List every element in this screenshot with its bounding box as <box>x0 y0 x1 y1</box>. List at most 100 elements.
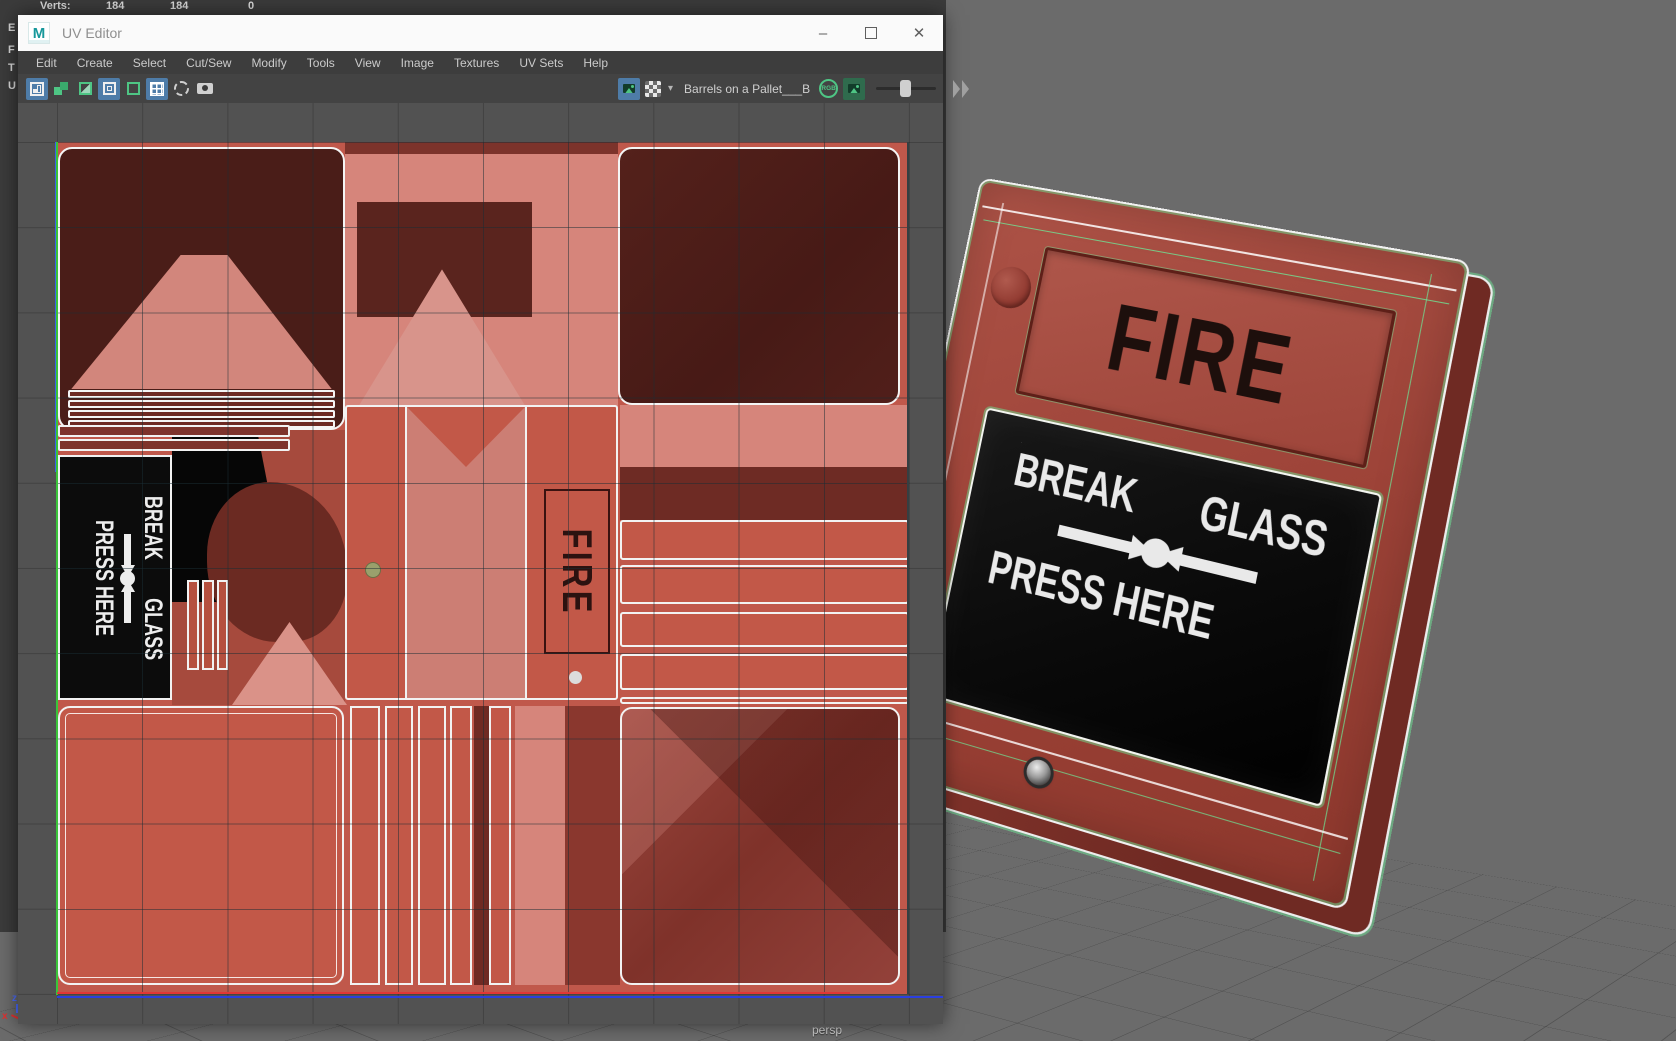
close-button[interactable]: ✕ <box>895 15 943 51</box>
uv-snapshot-icon[interactable] <box>194 78 216 100</box>
uv-shell-front-face[interactable]: FIRE <box>345 405 618 700</box>
fire-plate-label: FIRE <box>1099 283 1304 426</box>
image-ratio-icon[interactable] <box>122 78 144 100</box>
uv-shell-slat[interactable] <box>489 706 511 985</box>
texture-break-label: BREAK <box>139 495 167 560</box>
uv-border-edge <box>405 407 407 698</box>
camera-label: persp <box>812 1023 843 1037</box>
uv-border-blue-line <box>57 996 943 998</box>
minimize-button[interactable]: – <box>799 15 847 51</box>
maximize-button[interactable] <box>847 15 895 51</box>
dim-image-icon[interactable] <box>170 78 192 100</box>
right-arrow-icon <box>1057 524 1133 553</box>
uv-canvas[interactable]: BREAK GLASS PRESS HERE FIRE <box>18 103 943 1024</box>
slider-handle[interactable] <box>900 80 912 97</box>
left-arrow-icon <box>1178 553 1258 584</box>
uv-shell-slat[interactable] <box>350 706 380 985</box>
texture-region <box>71 255 332 389</box>
u-axis-red-line <box>57 992 850 994</box>
uv-shell-slat[interactable] <box>217 580 228 670</box>
hud-verts-total: 184 <box>106 0 125 12</box>
texture-name-label[interactable]: Barrels on a Pallet___B <box>684 82 810 96</box>
maya-application: FIRE BREAK GLASS PRESS HERE Verts: 184 1… <box>0 0 1676 1041</box>
menu-help[interactable]: Help <box>573 56 618 70</box>
menu-edit[interactable]: Edit <box>26 56 67 70</box>
menu-cut-sew[interactable]: Cut/Sew <box>176 56 241 70</box>
uv-texture-space: BREAK GLASS PRESS HERE FIRE <box>57 142 909 994</box>
checker-map-icon[interactable] <box>645 80 661 97</box>
uv-shell-strip[interactable] <box>68 390 335 398</box>
uv-shell-slat[interactable] <box>450 706 472 985</box>
texture-region <box>345 142 618 154</box>
texture-region <box>515 706 565 985</box>
texture-fire-label: FIRE <box>554 527 601 616</box>
expand-toolbar-icon[interactable] <box>953 79 970 98</box>
uv-shell-strip[interactable] <box>58 425 290 437</box>
hud-edges-label: E <box>8 22 16 34</box>
uv-shell-slat[interactable] <box>385 706 413 985</box>
maya-logo-icon: M <box>28 22 50 44</box>
right-arrow-icon <box>124 533 132 565</box>
hud-tris-label: T <box>8 62 15 74</box>
uv-shell-bottom-right[interactable] <box>620 707 900 985</box>
hud-verts-count: 0 <box>248 0 255 12</box>
axis-x-label: x <box>2 1011 8 1022</box>
titlebar[interactable]: M UV Editor – ✕ <box>18 15 943 51</box>
texture-region <box>474 706 489 985</box>
hud-faces-label: F <box>8 44 15 56</box>
uv-shell-slat[interactable] <box>187 580 199 670</box>
uv-shell-strip[interactable] <box>620 565 907 604</box>
menu-tools[interactable]: Tools <box>297 56 345 70</box>
uv-shell-strip[interactable] <box>620 697 907 704</box>
stack-shells-icon[interactable] <box>50 78 72 100</box>
menu-textures[interactable]: Textures <box>444 56 509 70</box>
texture-glass-label: GLASS <box>139 597 167 660</box>
chevron-down-icon[interactable]: ▾ <box>668 83 673 94</box>
shade-uvs-icon[interactable] <box>74 78 96 100</box>
texture-press-here-label: PRESS HERE <box>90 519 118 636</box>
uv-shell-strip[interactable] <box>58 439 290 451</box>
maximize-icon <box>865 27 877 39</box>
menu-modify[interactable]: Modify <box>241 56 296 70</box>
fire-alarm-model[interactable]: FIRE BREAK GLASS PRESS HERE <box>859 179 1552 937</box>
uv-shell-back-plate[interactable] <box>58 706 344 985</box>
uv-shell-top-right[interactable] <box>618 147 900 405</box>
uv-shell-strip[interactable] <box>620 654 907 690</box>
uv-tile-layout-icon[interactable] <box>26 77 48 100</box>
image-icon[interactable] <box>843 77 866 100</box>
uv-shell-slat[interactable] <box>418 706 446 985</box>
left-arrow-icon <box>124 590 132 622</box>
pixel-grid-icon[interactable] <box>146 77 168 100</box>
menu-uv-sets[interactable]: UV Sets <box>509 56 573 70</box>
hud-verts-selected: 184 <box>170 0 189 12</box>
molded-dot <box>986 263 1035 312</box>
uv-shell-strip[interactable] <box>620 612 907 647</box>
menu-image[interactable]: Image <box>391 56 444 70</box>
uv-shell-strip[interactable] <box>68 400 335 408</box>
menu-create[interactable]: Create <box>67 56 123 70</box>
screw-icon <box>1024 756 1053 789</box>
texture-region <box>407 407 525 698</box>
texture-region <box>620 405 907 467</box>
screw-hole-dot <box>365 562 381 578</box>
uv-shell-top-left[interactable] <box>58 147 345 430</box>
texture-fire-plate: FIRE <box>544 489 610 654</box>
uv-editor-window: M UV Editor – ✕ Edit Create Select Cut/S… <box>18 15 970 1024</box>
uv-shell-break-glass[interactable]: BREAK GLASS PRESS HERE <box>58 455 172 700</box>
uv-shell-strip[interactable] <box>68 410 335 418</box>
uv-shell-strip[interactable] <box>620 520 907 560</box>
v-axis-green-line <box>56 142 58 995</box>
axis-z-label: z <box>12 993 17 1004</box>
toolbar: ▾ Barrels on a Pallet___B RGB <box>18 74 970 103</box>
texture-region <box>620 467 907 520</box>
uv-shell-slat[interactable] <box>202 580 214 670</box>
hud-verts-label: Verts: <box>40 0 71 12</box>
menu-select[interactable]: Select <box>123 56 176 70</box>
menu-view[interactable]: View <box>345 56 391 70</box>
exposure-slider[interactable] <box>876 80 937 97</box>
image-display-icon[interactable] <box>618 77 640 100</box>
rgb-channels-icon[interactable]: RGB <box>819 79 839 98</box>
display-image-icon[interactable] <box>98 77 120 100</box>
window-title: UV Editor <box>62 25 122 41</box>
screw-dot <box>569 671 582 684</box>
